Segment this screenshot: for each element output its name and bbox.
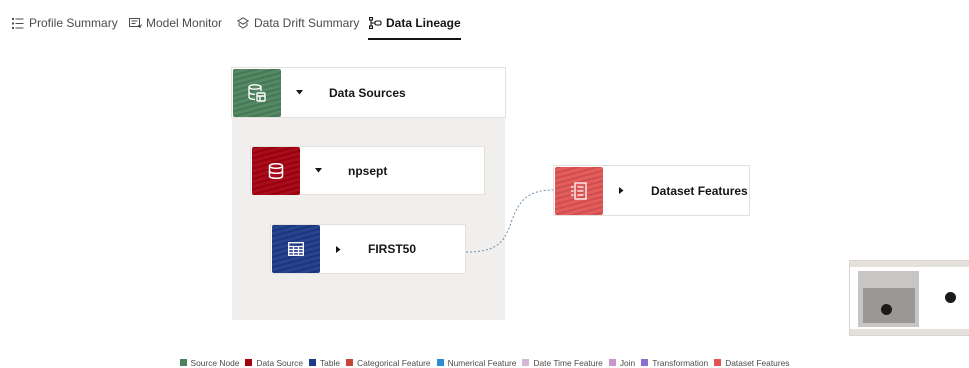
legend-label: Table <box>319 357 341 368</box>
minimap-bottom-bar <box>850 329 969 335</box>
legend-swatch <box>179 359 187 366</box>
legend-item: Transformation <box>641 358 708 368</box>
legend-item: Table <box>308 357 341 368</box>
legend-label: Transformation <box>652 357 709 368</box>
lineage-edge <box>465 189 555 253</box>
node-badge <box>272 225 320 273</box>
legend-label: Join <box>619 357 636 368</box>
node-badge <box>233 68 281 117</box>
legend-swatch <box>245 359 253 366</box>
minimap[interactable] <box>850 261 969 335</box>
node-label: FIRST50 <box>368 242 417 256</box>
legend: Source Node Data Source Table Categorica… <box>0 357 969 368</box>
node-data-sources[interactable]: Data Sources <box>232 68 505 117</box>
table-icon <box>288 242 304 256</box>
minimap-top-bar <box>850 261 969 267</box>
node-label: Data Sources <box>329 85 406 100</box>
node-badge <box>252 146 300 195</box>
legend-label: Dataset Features <box>725 357 790 368</box>
legend-swatch <box>608 359 616 366</box>
feature-list-icon <box>571 181 587 200</box>
node-dataset-features[interactable]: Dataset Features <box>554 166 749 215</box>
chevron-right-icon[interactable] <box>617 187 625 195</box>
chevron-down-icon[interactable] <box>295 89 303 97</box>
legend-item: Categorical Feature <box>346 358 431 368</box>
database-icon <box>268 162 284 179</box>
minimap-node-marker <box>881 304 892 315</box>
legend-item: Source Node <box>179 357 240 368</box>
legend-swatch <box>308 359 316 366</box>
legend-item: Numerical Feature <box>436 357 517 368</box>
database-stack-icon <box>248 83 266 102</box>
legend-swatch <box>714 359 722 366</box>
legend-label: Source Node <box>190 357 240 368</box>
legend-item: Join <box>608 357 636 368</box>
legend-item: Dataset Features <box>714 358 789 368</box>
node-npsept[interactable]: npsept <box>251 146 484 195</box>
node-label: npsept <box>348 163 388 178</box>
legend-swatch <box>436 359 444 366</box>
legend-swatch <box>346 359 354 366</box>
chevron-right-icon[interactable] <box>334 245 342 253</box>
legend-label: Categorical Feature <box>357 357 431 368</box>
minimap-node-marker <box>945 292 956 303</box>
legend-label: Date Time Feature <box>533 357 603 368</box>
node-first50[interactable]: FIRST50 <box>271 225 465 273</box>
legend-label: Data Source <box>256 357 303 368</box>
chevron-down-icon[interactable] <box>314 167 322 175</box>
node-label: Dataset Features <box>651 183 748 198</box>
node-badge <box>555 166 603 215</box>
legend-item: Date Time Feature <box>522 357 603 368</box>
legend-swatch <box>641 359 649 366</box>
legend-item: Data Source <box>245 358 303 368</box>
legend-swatch <box>522 359 530 366</box>
legend-label: Numerical Feature <box>447 357 517 368</box>
